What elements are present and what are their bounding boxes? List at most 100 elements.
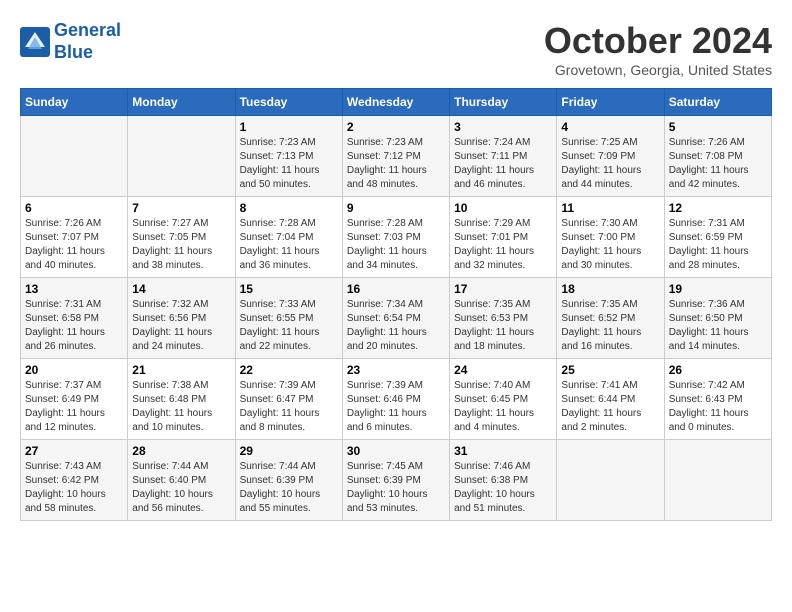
day-info: Sunrise: 7:44 AMSunset: 6:39 PMDaylight:…: [240, 460, 338, 516]
day-number: 5: [669, 120, 767, 134]
weekday-header-thursday: Thursday: [450, 89, 557, 116]
day-info: Sunrise: 7:46 AMSunset: 6:38 PMDaylight:…: [454, 460, 552, 516]
day-number: 4: [561, 120, 659, 134]
day-number: 12: [669, 201, 767, 215]
day-number: 8: [240, 201, 338, 215]
day-info: Sunrise: 7:23 AMSunset: 7:13 PMDaylight:…: [240, 136, 338, 192]
calendar-cell: 17 Sunrise: 7:35 AMSunset: 6:53 PMDayligh…: [450, 278, 557, 359]
logo-text: General Blue: [54, 20, 121, 63]
calendar-cell: [557, 440, 664, 521]
day-info: Sunrise: 7:42 AMSunset: 6:43 PMDaylight:…: [669, 379, 767, 435]
calendar-cell: 14 Sunrise: 7:32 AMSunset: 6:56 PMDayligh…: [128, 278, 235, 359]
calendar-week-1: 1 Sunrise: 7:23 AMSunset: 7:13 PMDaylight…: [21, 116, 772, 197]
day-info: Sunrise: 7:27 AMSunset: 7:05 PMDaylight:…: [132, 217, 230, 273]
logo-line2: Blue: [54, 42, 93, 62]
day-info: Sunrise: 7:30 AMSunset: 7:00 PMDaylight:…: [561, 217, 659, 273]
weekday-header-row: SundayMondayTuesdayWednesdayThursdayFrid…: [21, 89, 772, 116]
day-info: Sunrise: 7:38 AMSunset: 6:48 PMDaylight:…: [132, 379, 230, 435]
day-info: Sunrise: 7:44 AMSunset: 6:40 PMDaylight:…: [132, 460, 230, 516]
day-number: 10: [454, 201, 552, 215]
weekday-header-tuesday: Tuesday: [235, 89, 342, 116]
calendar-cell: 29 Sunrise: 7:44 AMSunset: 6:39 PMDayligh…: [235, 440, 342, 521]
calendar-cell: 13Sunrise: 7:31 AMSunset: 6:58 PMDayligh…: [21, 278, 128, 359]
calendar-cell: 22 Sunrise: 7:39 AMSunset: 6:47 PMDayligh…: [235, 359, 342, 440]
calendar-cell: 26 Sunrise: 7:42 AMSunset: 6:43 PMDayligh…: [664, 359, 771, 440]
day-info: Sunrise: 7:23 AMSunset: 7:12 PMDaylight:…: [347, 136, 445, 192]
day-number: 1: [240, 120, 338, 134]
day-info: Sunrise: 7:35 AMSunset: 6:52 PMDaylight:…: [561, 298, 659, 354]
day-info: Sunrise: 7:26 AMSunset: 7:08 PMDaylight:…: [669, 136, 767, 192]
calendar-week-4: 20Sunrise: 7:37 AMSunset: 6:49 PMDayligh…: [21, 359, 772, 440]
calendar-cell: 9 Sunrise: 7:28 AMSunset: 7:03 PMDaylight…: [342, 197, 449, 278]
calendar-cell: 31 Sunrise: 7:46 AMSunset: 6:38 PMDayligh…: [450, 440, 557, 521]
day-info: Sunrise: 7:28 AMSunset: 7:04 PMDaylight:…: [240, 217, 338, 273]
day-info: Sunrise: 7:33 AMSunset: 6:55 PMDaylight:…: [240, 298, 338, 354]
page-header: General Blue October 2024 Grovetown, Geo…: [20, 20, 772, 78]
calendar-cell: 18Sunrise: 7:35 AMSunset: 6:52 PMDayligh…: [557, 278, 664, 359]
calendar-week-3: 13Sunrise: 7:31 AMSunset: 6:58 PMDayligh…: [21, 278, 772, 359]
calendar-cell: [664, 440, 771, 521]
calendar-week-2: 6Sunrise: 7:26 AMSunset: 7:07 PMDaylight…: [21, 197, 772, 278]
day-number: 30: [347, 444, 445, 458]
calendar-cell: 28 Sunrise: 7:44 AMSunset: 6:40 PMDayligh…: [128, 440, 235, 521]
day-info: Sunrise: 7:41 AMSunset: 6:44 PMDaylight:…: [561, 379, 659, 435]
calendar-cell: 12 Sunrise: 7:31 AMSunset: 6:59 PMDayligh…: [664, 197, 771, 278]
calendar-cell: 30 Sunrise: 7:45 AMSunset: 6:39 PMDayligh…: [342, 440, 449, 521]
day-number: 13: [25, 282, 123, 296]
day-number: 31: [454, 444, 552, 458]
day-info: Sunrise: 7:26 AMSunset: 7:07 PMDaylight:…: [25, 217, 123, 273]
day-number: 26: [669, 363, 767, 377]
calendar-cell: 8 Sunrise: 7:28 AMSunset: 7:04 PMDaylight…: [235, 197, 342, 278]
day-number: 15: [240, 282, 338, 296]
day-info: Sunrise: 7:28 AMSunset: 7:03 PMDaylight:…: [347, 217, 445, 273]
day-number: 29: [240, 444, 338, 458]
day-info: Sunrise: 7:32 AMSunset: 6:56 PMDaylight:…: [132, 298, 230, 354]
calendar-cell: 2 Sunrise: 7:23 AMSunset: 7:12 PMDaylight…: [342, 116, 449, 197]
day-number: 3: [454, 120, 552, 134]
calendar-cell: 15 Sunrise: 7:33 AMSunset: 6:55 PMDayligh…: [235, 278, 342, 359]
title-block: October 2024 Grovetown, Georgia, United …: [544, 20, 772, 78]
logo-line1: General: [54, 20, 121, 40]
day-info: Sunrise: 7:29 AMSunset: 7:01 PMDaylight:…: [454, 217, 552, 273]
calendar-week-5: 27Sunrise: 7:43 AMSunset: 6:42 PMDayligh…: [21, 440, 772, 521]
day-info: Sunrise: 7:25 AMSunset: 7:09 PMDaylight:…: [561, 136, 659, 192]
day-number: 23: [347, 363, 445, 377]
weekday-header-saturday: Saturday: [664, 89, 771, 116]
day-number: 17: [454, 282, 552, 296]
day-number: 11: [561, 201, 659, 215]
day-info: Sunrise: 7:37 AMSunset: 6:49 PMDaylight:…: [25, 379, 123, 435]
day-number: 9: [347, 201, 445, 215]
calendar-cell: [128, 116, 235, 197]
calendar-cell: 10 Sunrise: 7:29 AMSunset: 7:01 PMDayligh…: [450, 197, 557, 278]
logo: General Blue: [20, 20, 121, 63]
day-number: 19: [669, 282, 767, 296]
weekday-header-friday: Friday: [557, 89, 664, 116]
calendar-cell: 19 Sunrise: 7:36 AMSunset: 6:50 PMDayligh…: [664, 278, 771, 359]
logo-icon: [20, 27, 50, 57]
day-info: Sunrise: 7:39 AMSunset: 6:47 PMDaylight:…: [240, 379, 338, 435]
calendar-cell: 20Sunrise: 7:37 AMSunset: 6:49 PMDayligh…: [21, 359, 128, 440]
calendar-table: SundayMondayTuesdayWednesdayThursdayFrid…: [20, 88, 772, 521]
weekday-header-sunday: Sunday: [21, 89, 128, 116]
day-number: 25: [561, 363, 659, 377]
day-number: 22: [240, 363, 338, 377]
calendar-cell: 7 Sunrise: 7:27 AMSunset: 7:05 PMDaylight…: [128, 197, 235, 278]
day-number: 28: [132, 444, 230, 458]
day-number: 14: [132, 282, 230, 296]
calendar-cell: 16Sunrise: 7:34 AMSunset: 6:54 PMDayligh…: [342, 278, 449, 359]
calendar-cell: 24Sunrise: 7:40 AMSunset: 6:45 PMDayligh…: [450, 359, 557, 440]
day-info: Sunrise: 7:40 AMSunset: 6:45 PMDaylight:…: [454, 379, 552, 435]
calendar-cell: 27Sunrise: 7:43 AMSunset: 6:42 PMDayligh…: [21, 440, 128, 521]
calendar-cell: 6Sunrise: 7:26 AMSunset: 7:07 PMDaylight…: [21, 197, 128, 278]
day-info: Sunrise: 7:36 AMSunset: 6:50 PMDaylight:…: [669, 298, 767, 354]
day-number: 16: [347, 282, 445, 296]
month-title: October 2024: [544, 20, 772, 62]
calendar-cell: 4 Sunrise: 7:25 AMSunset: 7:09 PMDaylight…: [557, 116, 664, 197]
day-info: Sunrise: 7:45 AMSunset: 6:39 PMDaylight:…: [347, 460, 445, 516]
calendar-cell: 1 Sunrise: 7:23 AMSunset: 7:13 PMDaylight…: [235, 116, 342, 197]
calendar-cell: 21Sunrise: 7:38 AMSunset: 6:48 PMDayligh…: [128, 359, 235, 440]
day-number: 2: [347, 120, 445, 134]
day-info: Sunrise: 7:31 AMSunset: 6:59 PMDaylight:…: [669, 217, 767, 273]
day-number: 7: [132, 201, 230, 215]
day-info: Sunrise: 7:35 AMSunset: 6:53 PMDaylight:…: [454, 298, 552, 354]
